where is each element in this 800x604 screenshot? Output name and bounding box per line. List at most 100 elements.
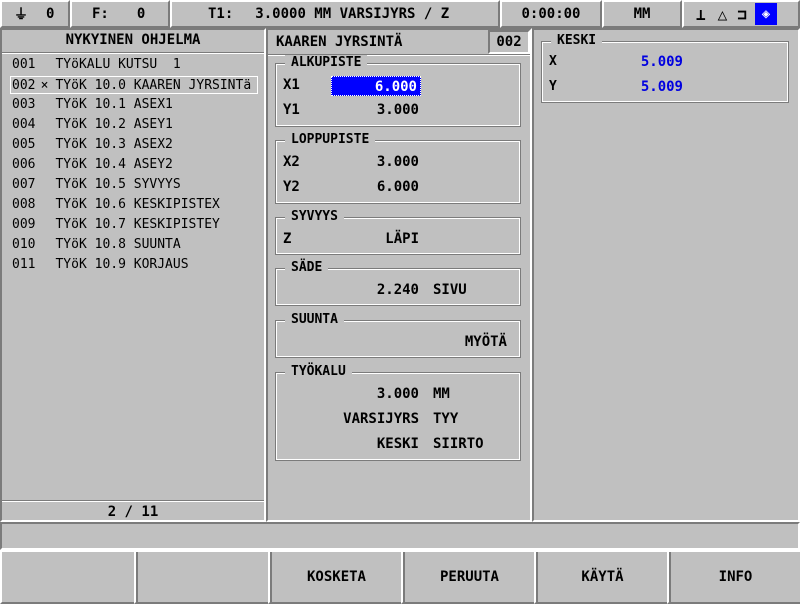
program-row[interactable]: 011 TYöK 10.9 KORJAUS — [12, 256, 189, 274]
program-row-marker — [37, 56, 51, 74]
program-row-marker — [37, 96, 51, 114]
status-icons-cell: ⊥ △ ⊐ ◈ — [682, 0, 800, 28]
program-row-marker — [37, 196, 51, 214]
x2-value[interactable]: 3.000 — [331, 154, 419, 170]
loppupiste-title: LOPPUPISTE — [285, 132, 376, 147]
form-title: KAAREN JYRSINTÄ — [276, 34, 403, 50]
program-row[interactable]: 008 TYöK 10.6 KESKIPISTEX — [12, 196, 220, 214]
keski-y-value: 5.009 — [640, 79, 683, 95]
peruuta-button[interactable]: PERUUTA — [401, 550, 538, 604]
program-row-marker — [37, 116, 51, 134]
info-button[interactable]: INFO — [667, 550, 800, 604]
program-row-marker — [37, 236, 51, 254]
group-syvyys: SYVYYS Z LÄPI — [275, 209, 521, 255]
status-axis-cell: ⏚ 0 — [0, 0, 70, 28]
y2-label: Y2 — [283, 179, 300, 195]
program-row[interactable]: 010 TYöK 10.8 SUUNTA — [12, 236, 181, 254]
kosketa-button[interactable]: KOSKETA — [268, 550, 405, 604]
program-row-marker — [37, 156, 51, 174]
x1-input[interactable]: 6.000 — [331, 76, 421, 96]
tool-offset-value[interactable]: SIIRTO — [433, 436, 484, 452]
syvyys-title: SYVYYS — [285, 209, 344, 224]
program-title-divider — [2, 52, 264, 54]
program-row[interactable]: 003 TYöK 10.1 ASEX1 — [12, 96, 173, 114]
program-row[interactable]: 006 TYöK 10.4 ASEY2 — [12, 156, 173, 174]
program-row-number: 004 — [12, 117, 36, 132]
y1-value[interactable]: 3.000 — [331, 102, 419, 118]
keski-title: KESKI — [551, 33, 603, 48]
y2-value[interactable]: 6.000 — [331, 179, 419, 195]
status-tool-cell: T1: 3.0000 MM VARSIJYRS / Z — [170, 0, 500, 28]
program-row-marker: × — [40, 78, 49, 93]
ground-symbol-icon: ⊥ — [696, 4, 706, 24]
sade-value[interactable]: 2.240 — [331, 282, 419, 298]
tool-type-value[interactable]: TYY — [433, 411, 458, 427]
tool-label: T1: — [208, 6, 234, 22]
program-row[interactable]: 007 TYöK 10.5 SYVYYS — [12, 176, 181, 194]
program-row-number: 011 — [12, 257, 36, 272]
sade-unit: SIVU — [433, 282, 467, 298]
tool-diameter-value: 3.000 — [376, 386, 419, 402]
program-row-marker — [37, 136, 51, 154]
program-row-text: TYöK 10.9 KORJAUS — [55, 257, 189, 272]
x1-value: 6.000 — [374, 79, 417, 95]
suunta-value[interactable]: MYÖTÄ — [377, 334, 507, 350]
group-suunta: SUUNTA MYÖTÄ — [275, 312, 521, 358]
group-keski: KESKI X 5.009 Y 5.009 — [541, 33, 789, 103]
tool-diameter-unit: MM — [433, 386, 450, 402]
diamond-icon: ◈ — [754, 3, 777, 25]
group-tyokalu: TYÖKALU 3.000 MM VARSIJYRS TYY KESKI SII… — [275, 364, 521, 461]
sade-title: SÄDE — [285, 260, 329, 275]
program-row[interactable]: 001 TYöKALU KUTSU 1 — [12, 56, 181, 74]
status-units-cell: MM — [602, 0, 682, 28]
tool-type-label: VARSIJYRS — [343, 411, 419, 427]
axis-ground-icon: ⏚ — [14, 7, 28, 23]
z-label: Z — [283, 231, 292, 247]
program-row-text: TYöK 10.2 ASEY1 — [55, 117, 173, 132]
program-row[interactable]: 009 TYöK 10.7 KESKIPISTEY — [12, 216, 220, 234]
message-bar — [0, 522, 800, 550]
bracket-icon: ⊐ — [737, 4, 747, 24]
time-value: 0:00:00 — [521, 6, 581, 22]
program-row-marker — [37, 216, 51, 234]
keski-panel — [532, 28, 800, 522]
group-loppupiste: LOPPUPISTE X2 3.000 Y2 6.000 — [275, 132, 521, 204]
alkupiste-title: ALKUPISTE — [285, 55, 368, 70]
softkey-2[interactable] — [134, 550, 272, 604]
program-row-text: TYöK 10.1 ASEX1 — [55, 97, 173, 112]
kayta-button[interactable]: KÄYTÄ — [534, 550, 671, 604]
z-value[interactable]: LÄPI — [331, 231, 419, 247]
softkey-1[interactable] — [0, 550, 138, 604]
tool-offset-label: KESKI — [376, 436, 419, 452]
program-row-text: TYöK 10.7 KESKIPISTEY — [55, 217, 220, 232]
x2-label: X2 — [283, 154, 300, 170]
program-row-number: 010 — [12, 237, 36, 252]
program-row[interactable]: 002 × TYöK 10.0 KAAREN JYRSINTä — [10, 76, 258, 94]
program-row-number: 002 — [12, 78, 36, 93]
tyokalu-title: TYÖKALU — [285, 364, 352, 379]
program-row[interactable]: 005 TYöK 10.3 ASEX2 — [12, 136, 173, 154]
keski-x-label: X — [549, 54, 557, 69]
program-row-number: 007 — [12, 177, 36, 192]
x1-label: X1 — [283, 77, 300, 93]
program-row-text: TYöK 10.5 SYVYYS — [55, 177, 181, 192]
page-divider — [2, 500, 264, 502]
program-row-text: TYöK 10.3 ASEX2 — [55, 137, 173, 152]
program-row-text: TYöK 10.6 KESKIPISTEX — [55, 197, 220, 212]
keski-y-label: Y — [549, 79, 557, 94]
program-list-panel: NYKYINEN OHJELMA 001 TYöKALU KUTSU 1 002 ×… — [0, 28, 266, 522]
form-step-box: 002 — [488, 30, 530, 54]
program-row[interactable]: 004 TYöK 10.2 ASEY1 — [12, 116, 173, 134]
program-row-marker — [37, 256, 51, 274]
status-feed-cell: F: 0 — [70, 0, 170, 28]
kosketa-label: KOSKETA — [306, 569, 366, 585]
tool-info: 3.0000 MM VARSIJYRS / Z — [255, 6, 450, 22]
form-step: 002 — [496, 34, 522, 50]
program-row-text: TYöKALU KUTSU 1 — [55, 57, 181, 72]
program-row-marker — [37, 176, 51, 194]
status-time-cell: 0:00:00 — [500, 0, 602, 28]
keski-x-value: 5.009 — [640, 54, 683, 70]
info-label: INFO — [718, 569, 753, 585]
program-list-title: NYKYINEN OHJELMA — [65, 32, 201, 48]
program-row-number: 003 — [12, 97, 36, 112]
